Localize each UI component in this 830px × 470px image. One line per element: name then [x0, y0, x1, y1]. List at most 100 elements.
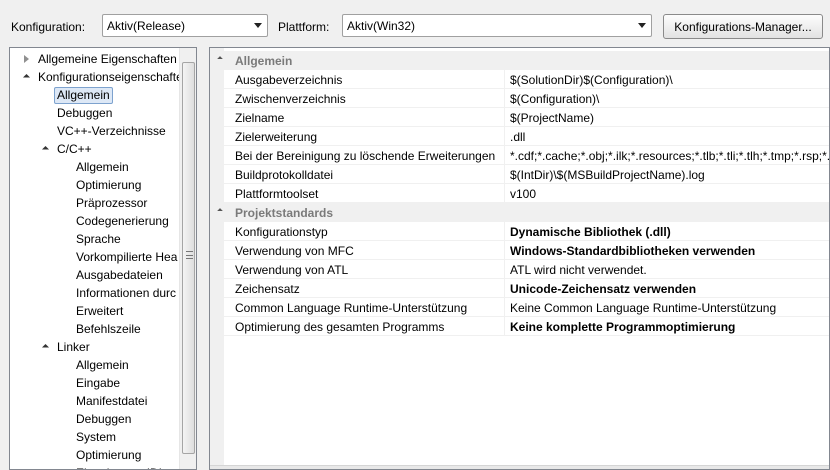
tree-items: Allgemeine Eigenschaften Konfigurationsei…: [10, 48, 181, 469]
property-name: Konfigurationstyp: [235, 225, 328, 239]
column-separator: [504, 146, 505, 165]
tree-item-label: Allgemein: [76, 358, 129, 372]
property-name: Verwendung von MFC: [235, 244, 354, 258]
property-value[interactable]: Keine Common Language Runtime-Unterstütz…: [510, 301, 829, 315]
property-value[interactable]: $(ProjectName): [510, 111, 829, 125]
collapse-arrow-icon[interactable]: [41, 343, 50, 352]
category-row[interactable]: Allgemein: [210, 51, 829, 70]
property-value[interactable]: .dll: [510, 130, 829, 144]
property-name: Optimierung des gesamten Programms: [235, 320, 445, 334]
tree-item-label: Allgemeine Eigenschaften: [38, 52, 177, 66]
property-value[interactable]: Keine komplette Programmoptimierung: [510, 320, 829, 334]
configuration-label: Konfiguration:: [11, 20, 86, 34]
tree-item-label: System: [76, 430, 117, 444]
collapse-arrow-icon[interactable]: [41, 145, 50, 154]
property-name: Zielname: [235, 111, 285, 125]
property-value[interactable]: Unicode-Zeichensatz verwenden: [510, 282, 829, 296]
tree-item-label: Optimierung: [76, 448, 142, 462]
property-value[interactable]: Dynamische Bibliothek (.dll): [510, 225, 829, 239]
grid-splitter[interactable]: [210, 465, 829, 469]
column-separator: [504, 241, 505, 260]
configuration-dropdown[interactable]: Aktiv(Release): [102, 14, 268, 37]
property-row[interactable]: Common Language Runtime-Unterstützung Kei…: [210, 298, 829, 317]
tree-item-label: Codegenerierung: [76, 214, 169, 228]
tree-item-label: C/C++: [57, 142, 92, 156]
property-row[interactable]: Zielerweiterung .dll: [210, 127, 829, 146]
grip-icon: [186, 251, 193, 259]
column-separator: [504, 222, 505, 241]
column-separator: [504, 127, 505, 146]
chevron-down-icon: [638, 23, 646, 28]
tree-item-label: Allgemein: [54, 87, 113, 104]
property-row[interactable]: Buildprotokolldatei $(IntDir)\$(MSBuildPr…: [210, 165, 829, 184]
tree-item-label: Ausgabedateien: [76, 268, 163, 282]
property-row[interactable]: Plattformtoolset v100: [210, 184, 829, 203]
property-row[interactable]: Zielname $(ProjectName): [210, 108, 829, 127]
tree-scrollbar[interactable]: [179, 48, 196, 469]
platform-dropdown[interactable]: Aktiv(Win32): [342, 14, 652, 37]
collapse-arrow-icon[interactable]: [22, 73, 31, 82]
chevron-down-icon: [254, 23, 262, 28]
column-separator: [504, 108, 505, 127]
property-row[interactable]: Zwischenverzeichnis $(Configuration)\: [210, 89, 829, 108]
column-separator: [504, 317, 505, 336]
tree-item-label: Eingabe: [76, 376, 121, 390]
tree-item-label: Sprache: [76, 232, 121, 246]
tree-item-label: Konfigurationseigenschaften: [38, 70, 181, 84]
property-value[interactable]: $(IntDir)\$(MSBuildProjectName).log: [510, 168, 829, 182]
tree-item-label: Eingebettete IDL: [76, 464, 165, 469]
property-name: Verwendung von ATL: [235, 263, 349, 277]
tree-item-label: Manifestdatei: [76, 394, 148, 408]
property-name: Common Language Runtime-Unterstützung: [235, 301, 468, 315]
property-value[interactable]: Windows-Standardbibliotheken verwenden: [510, 244, 829, 258]
property-value[interactable]: ATL wird nicht verwendet.: [510, 263, 829, 277]
collapse-arrow-icon[interactable]: [217, 208, 223, 214]
column-separator: [504, 279, 505, 298]
toolbar: Konfiguration: Aktiv(Release) Plattform:…: [0, 0, 830, 46]
property-value[interactable]: v100: [510, 187, 829, 201]
column-separator: [504, 165, 505, 184]
property-tree[interactable]: Allgemeine Eigenschaften Konfigurationsei…: [9, 47, 197, 470]
property-grid: Allgemein Ausgabeverzeichnis $(SolutionDir…: [209, 47, 830, 470]
property-name: Zwischenverzeichnis: [235, 92, 346, 106]
tree-item-label: Optimierung: [76, 178, 142, 192]
category-label: Allgemein: [235, 54, 293, 68]
platform-label: Plattform:: [278, 20, 330, 34]
tree-item-label: Befehlszeile: [76, 322, 141, 336]
column-separator: [504, 184, 505, 203]
expand-arrow-icon[interactable]: [24, 55, 29, 63]
column-separator: [504, 70, 505, 89]
tree-item-label: Debuggen: [76, 412, 132, 426]
property-name: Bei der Bereinigung zu löschende Erweite…: [235, 149, 496, 163]
configuration-value: Aktiv(Release): [107, 19, 186, 33]
column-separator: [504, 260, 505, 279]
property-value[interactable]: $(SolutionDir)$(Configuration)\: [510, 73, 829, 87]
property-value[interactable]: $(Configuration)\: [510, 92, 829, 106]
property-value[interactable]: *.cdf;*.cache;*.obj;*.ilk;*.resources;*.…: [510, 149, 829, 163]
property-name: Buildprotokolldatei: [235, 168, 334, 182]
property-name: Plattformtoolset: [235, 187, 319, 201]
tree-item-label: Informationen durc: [76, 286, 177, 300]
property-name: Zielerweiterung: [235, 130, 318, 144]
tree-item-label: Allgemein: [76, 160, 129, 174]
property-row[interactable]: Verwendung von ATL ATL wird nicht verwend…: [210, 260, 829, 279]
property-row[interactable]: Optimierung des gesamten Programms Keine …: [210, 317, 829, 336]
column-separator: [504, 89, 505, 108]
property-row[interactable]: Zeichensatz Unicode-Zeichensatz verwenden: [210, 279, 829, 298]
property-row[interactable]: Konfigurationstyp Dynamische Bibliothek (…: [210, 222, 829, 241]
property-row[interactable]: Verwendung von MFC Windows-Standardbiblio…: [210, 241, 829, 260]
category-label: Projektstandards: [235, 206, 334, 220]
tree-item-label: Vorkompilierte Hea: [76, 250, 178, 264]
property-row[interactable]: Ausgabeverzeichnis $(SolutionDir)$(Config…: [210, 70, 829, 89]
tree-item-label: Erweitert: [76, 304, 124, 318]
tree-item-label: VC++-Verzeichnisse: [57, 124, 166, 138]
tree-item-label: Präprozessor: [76, 196, 148, 210]
property-row[interactable]: Bei der Bereinigung zu löschende Erweite…: [210, 146, 829, 165]
configuration-manager-button[interactable]: Konfigurations-Manager...: [663, 14, 823, 39]
platform-value: Aktiv(Win32): [347, 19, 416, 33]
property-name: Zeichensatz: [235, 282, 300, 296]
scrollbar-thumb[interactable]: [182, 62, 195, 454]
collapse-arrow-icon[interactable]: [217, 56, 223, 62]
category-row[interactable]: Projektstandards: [210, 203, 829, 222]
tree-item-label: Linker: [57, 340, 90, 354]
